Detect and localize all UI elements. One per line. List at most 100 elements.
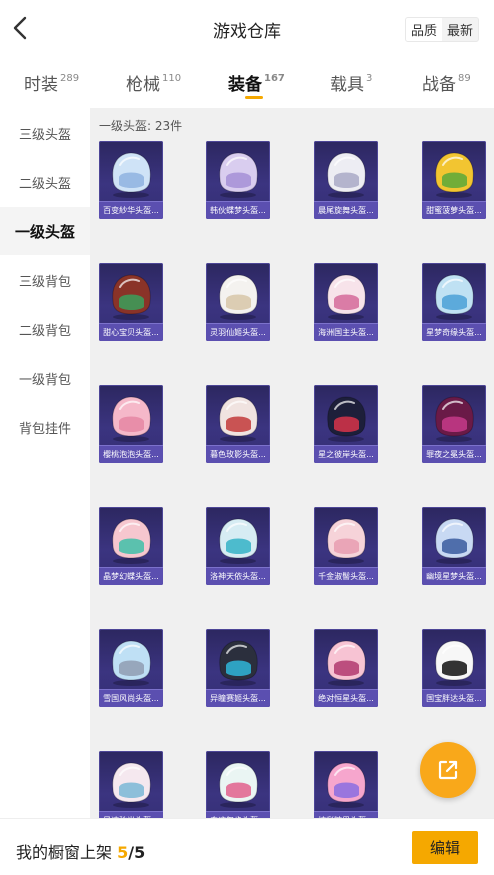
- helmet-item-name: 雪国风尚头盔...: [99, 689, 163, 707]
- helmet-item-card[interactable]: 韩伙蝶梦头盔...: [206, 141, 270, 219]
- helmet-icon: [219, 152, 258, 198]
- sidebar: 三级头盔 二级头盔 一级头盔 三级背包 二级背包 一级背包 背包挂件: [0, 108, 90, 818]
- tab-label: 装备: [228, 75, 262, 95]
- helmet-icon: [327, 640, 366, 686]
- helmet-icon: [219, 518, 258, 564]
- tab-weapons[interactable]: 枪械 110: [126, 70, 181, 95]
- helmet-icon: [327, 762, 366, 808]
- helmet-icon: [435, 640, 474, 686]
- helmet-icon: [327, 518, 366, 564]
- tab-count: 89: [458, 73, 471, 85]
- helmet-item-card[interactable]: 百变紗华头盔...: [99, 141, 163, 219]
- helmet-item-name: 韩伙蝶梦头盔...: [206, 201, 270, 219]
- sidebar-item-level2-backpack[interactable]: 二级背包: [0, 305, 90, 353]
- helmet-item-name: 星之彼岸头盔...: [314, 445, 378, 463]
- helmet-item-name: 国宝胖达头盔...: [422, 689, 486, 707]
- helmet-item-name: 幽境星梦头盔...: [422, 567, 486, 585]
- helmet-item-card[interactable]: 洛神天依头盔...: [206, 507, 270, 585]
- tab-supplies[interactable]: 战备 89: [422, 70, 471, 95]
- helmet-item-card[interactable]: 千金淑髻头盔...: [314, 507, 378, 585]
- helmet-item-name: 洛神天依头盔...: [206, 567, 270, 585]
- helmet-item-name: 暮色玫影头盔...: [206, 445, 270, 463]
- category-tabs: 时装 289 枪械 110 装备 167 载具 3 战备 89: [0, 58, 494, 108]
- sort-latest-button[interactable]: 最新: [442, 18, 478, 41]
- helmet-icon: [435, 396, 474, 442]
- sidebar-item-level3-helmet[interactable]: 三级头盔: [0, 109, 90, 157]
- helmet-item-card[interactable]: 星梦奇缘头盔...: [422, 263, 486, 341]
- helmet-item-name: 甜蜜菠萝头盔...: [422, 201, 486, 219]
- helmet-item-card[interactable]: 晶梦幻蝶头盔...: [99, 507, 163, 585]
- helmet-item-name: 风速驰光头盔...: [99, 811, 163, 818]
- section-title: 一级头盔: 23件: [99, 119, 183, 133]
- helmet-item-name: 异瞳赛姬头盔...: [206, 689, 270, 707]
- tab-count: 3: [366, 73, 373, 85]
- helmet-item-name: 绝对恒星头盔...: [314, 689, 378, 707]
- showcase-text: 我的橱窗上架: [16, 843, 113, 862]
- helmet-icon: [219, 274, 258, 320]
- tab-count: 167: [264, 73, 285, 85]
- helmet-item-name: 炫彩糖果头盔...: [314, 811, 378, 818]
- helmet-icon: [112, 640, 151, 686]
- tab-label: 时装: [24, 75, 58, 95]
- tab-label: 战备: [422, 75, 456, 95]
- helmet-item-card[interactable]: 幽境星梦头盔...: [422, 507, 486, 585]
- share-button[interactable]: [420, 742, 476, 798]
- helmet-icon: [112, 396, 151, 442]
- helmet-item-name: 甜心宝贝头盔...: [99, 323, 163, 341]
- helmet-item-card[interactable]: 炫彩糖果头盔...: [314, 751, 378, 818]
- helmet-icon: [435, 274, 474, 320]
- helmet-item-name: 罪夜之冕头盔...: [422, 445, 486, 463]
- helmet-icon: [219, 762, 258, 808]
- helmet-item-card[interactable]: 雪国风尚头盔...: [99, 629, 163, 707]
- helmet-item-card[interactable]: 樱桃泡泡头盔...: [99, 385, 163, 463]
- helmet-item-card[interactable]: 甜心宝贝头盔...: [99, 263, 163, 341]
- helmet-icon: [327, 396, 366, 442]
- tab-equipment[interactable]: 装备 167: [228, 70, 285, 95]
- showcase-label: 我的橱窗上架 5/5: [16, 839, 145, 863]
- sidebar-item-level3-backpack[interactable]: 三级背包: [0, 256, 90, 304]
- helmet-item-card[interactable]: 风速驰光头盔...: [99, 751, 163, 818]
- helmet-item-card[interactable]: 罪夜之冕头盔...: [422, 385, 486, 463]
- helmet-item-name: 百变紗华头盔...: [99, 201, 163, 219]
- edit-button[interactable]: 编辑: [412, 831, 478, 864]
- helmet-item-name: 晶梦幻蝶头盔...: [99, 567, 163, 585]
- helmet-item-name: 灵羽仙姬头盔...: [206, 323, 270, 341]
- helmet-icon: [327, 152, 366, 198]
- tab-vehicles[interactable]: 载具 3: [330, 70, 372, 95]
- sort-quality-button[interactable]: 品质: [406, 18, 442, 41]
- helmet-item-name: 星梦奇缘头盔...: [422, 323, 486, 341]
- helmet-item-card[interactable]: 海洲国主头盔...: [314, 263, 378, 341]
- active-tab-indicator: [245, 96, 263, 99]
- tab-fashion[interactable]: 时装 289: [24, 70, 79, 95]
- helmet-item-card[interactable]: 星之彼岸头盔...: [314, 385, 378, 463]
- helmet-item-card[interactable]: 暮色玫影头盔...: [206, 385, 270, 463]
- helmet-icon: [112, 518, 151, 564]
- helmet-item-name: 海洲国主头盔...: [314, 323, 378, 341]
- item-grid-panel[interactable]: 一级头盔: 23件 百变紗华头盔... 韩伙蝶梦头盔... 晨尾旋舞头盔... 甜蜜菠…: [90, 108, 494, 818]
- sort-toggle: 品质 最新: [405, 17, 479, 42]
- tab-count: 289: [60, 73, 80, 85]
- helmet-item-card[interactable]: 灵羽仙姬头盔...: [206, 263, 270, 341]
- helmet-item-card[interactable]: 异瞳赛姬头盔...: [206, 629, 270, 707]
- showcase-bar: 我的橱窗上架 5/5 编辑: [0, 818, 494, 875]
- tab-label: 枪械: [126, 75, 160, 95]
- helmet-item-card[interactable]: 国宝胖达头盔...: [422, 629, 486, 707]
- helmet-item-card[interactable]: 甜蜜菠萝头盔...: [422, 141, 486, 219]
- sidebar-item-level1-helmet[interactable]: 一级头盔: [0, 207, 90, 255]
- helmet-icon: [112, 274, 151, 320]
- sidebar-item-level2-helmet[interactable]: 二级头盔: [0, 158, 90, 206]
- showcase-total-count: /5: [128, 843, 146, 862]
- helmet-item-card[interactable]: 晨尾旋舞头盔...: [314, 141, 378, 219]
- share-icon: [438, 760, 458, 780]
- showcase-current-count: 5: [117, 843, 129, 862]
- header: 游戏仓库 品质 最新: [0, 0, 494, 58]
- tab-label: 载具: [330, 75, 364, 95]
- sidebar-item-level1-backpack[interactable]: 一级背包: [0, 354, 90, 402]
- helmet-item-card[interactable]: 奇迹舞步头盔...: [206, 751, 270, 818]
- helmet-icon: [327, 274, 366, 320]
- sidebar-item-backpack-charm[interactable]: 背包挂件: [0, 403, 90, 451]
- tab-count: 110: [162, 73, 182, 85]
- helmet-icon: [112, 152, 151, 198]
- helmet-item-name: 晨尾旋舞头盔...: [314, 201, 378, 219]
- helmet-item-card[interactable]: 绝对恒星头盔...: [314, 629, 378, 707]
